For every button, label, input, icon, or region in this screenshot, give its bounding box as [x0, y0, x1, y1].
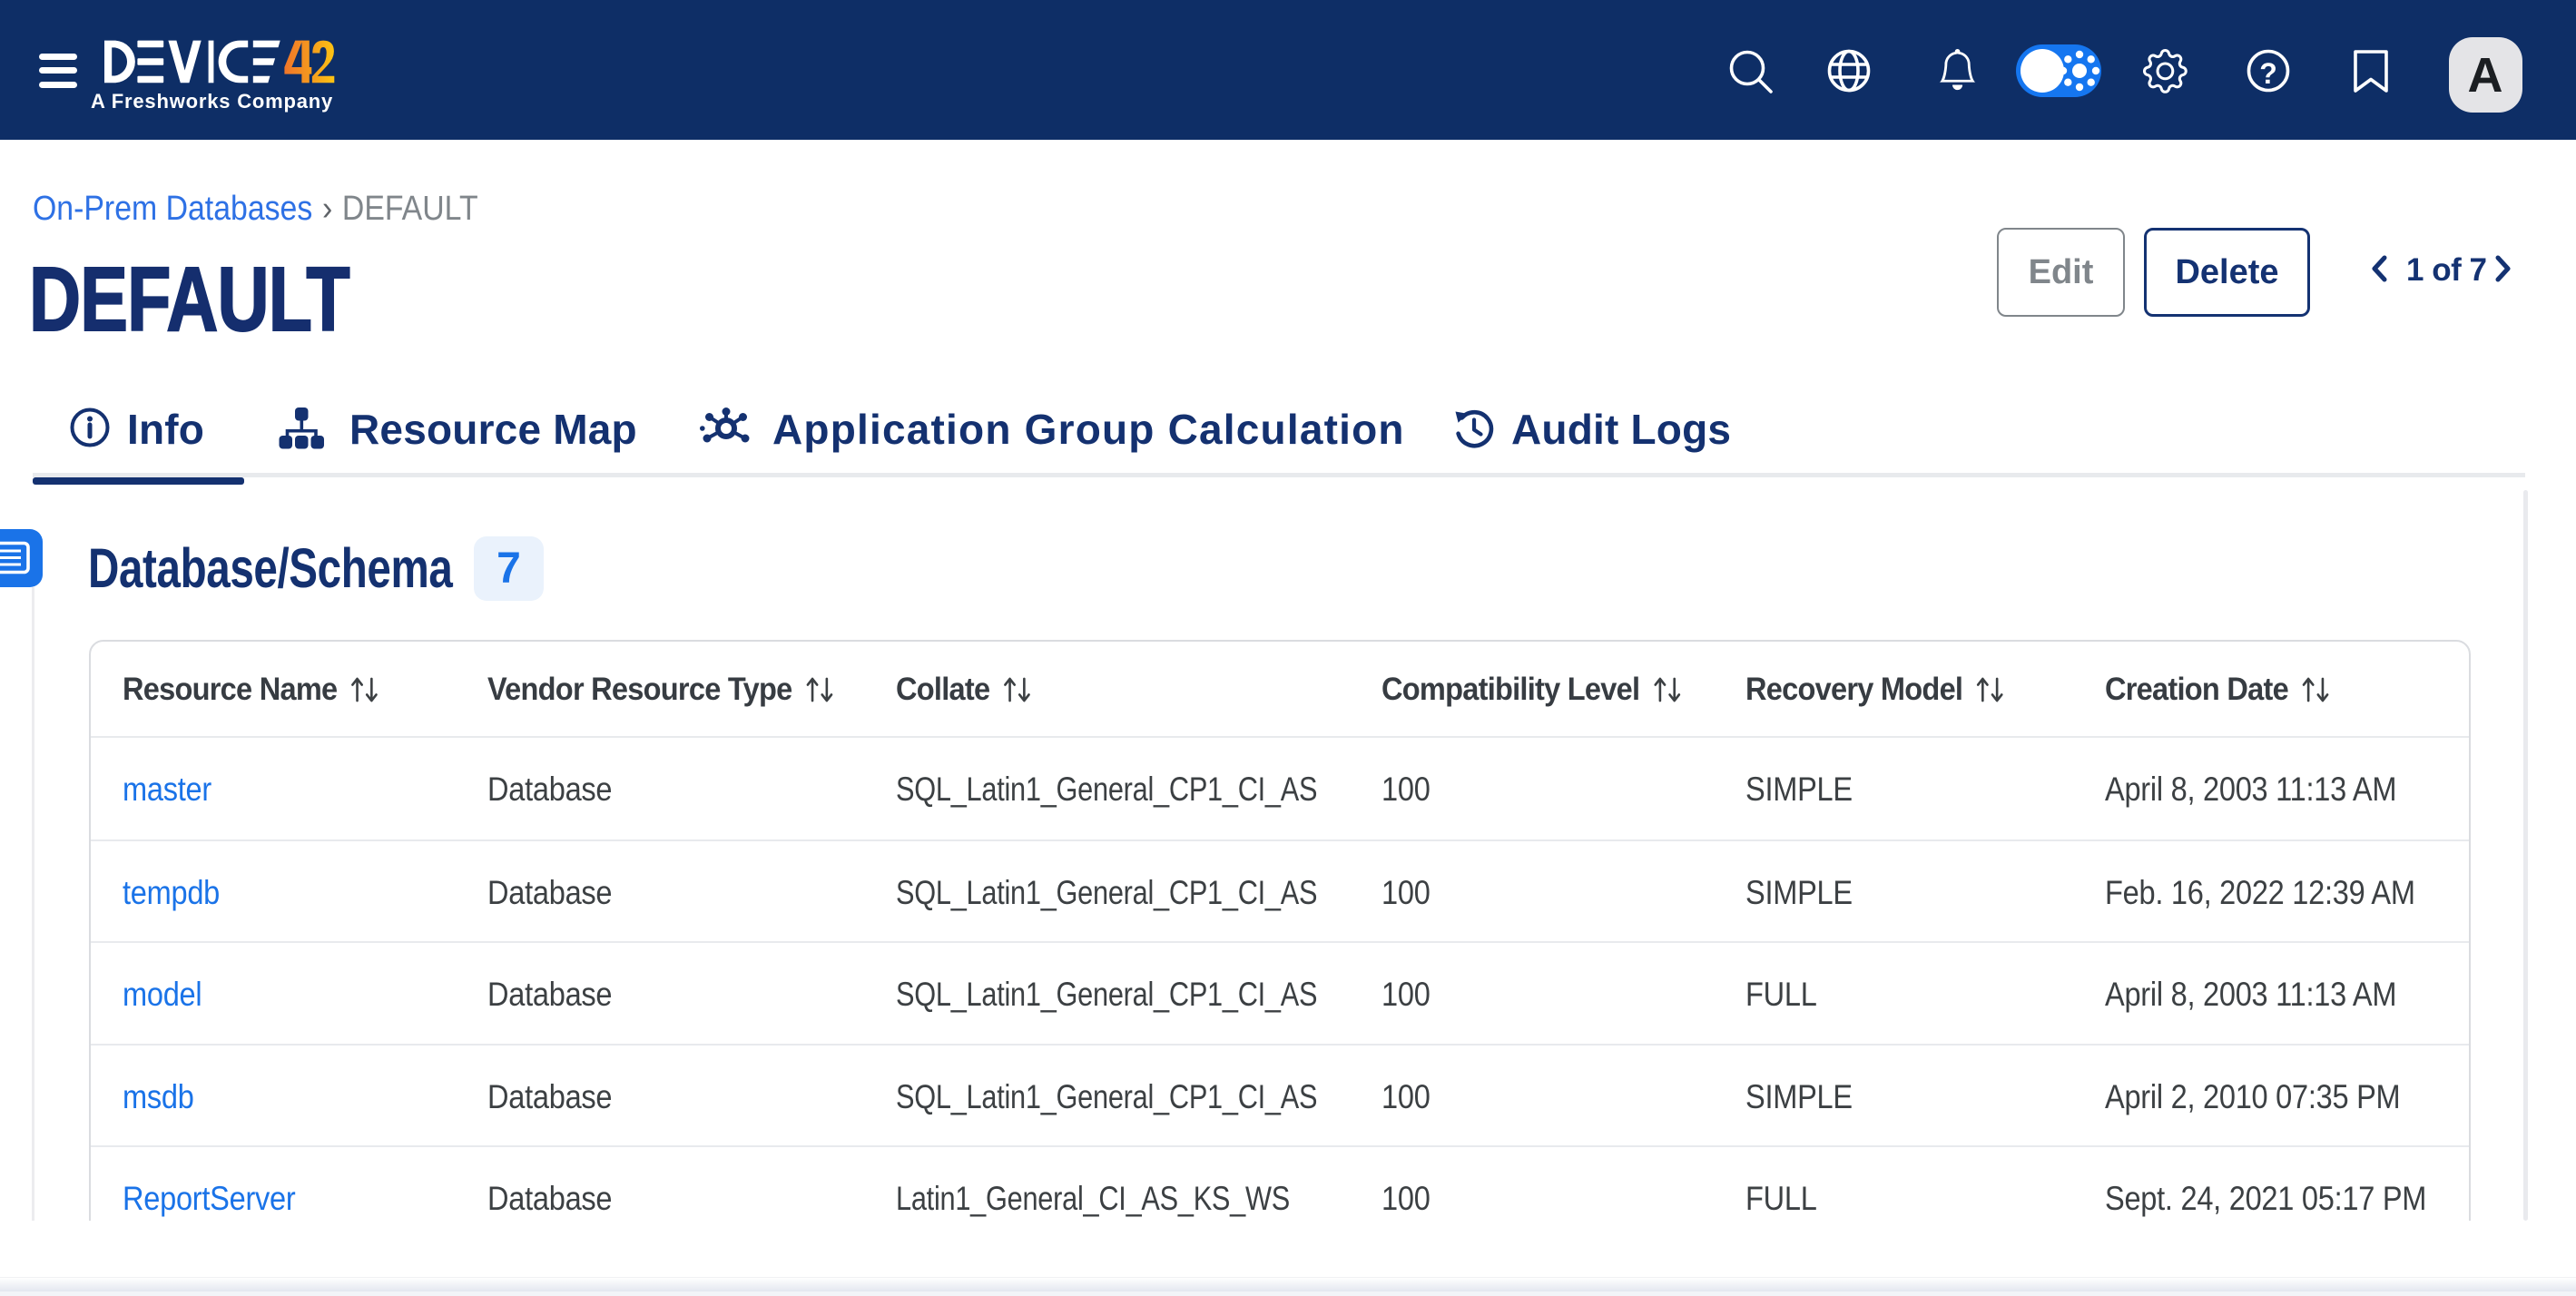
svg-text:A: A — [2468, 48, 2503, 103]
svg-text:?: ? — [2259, 57, 2277, 90]
